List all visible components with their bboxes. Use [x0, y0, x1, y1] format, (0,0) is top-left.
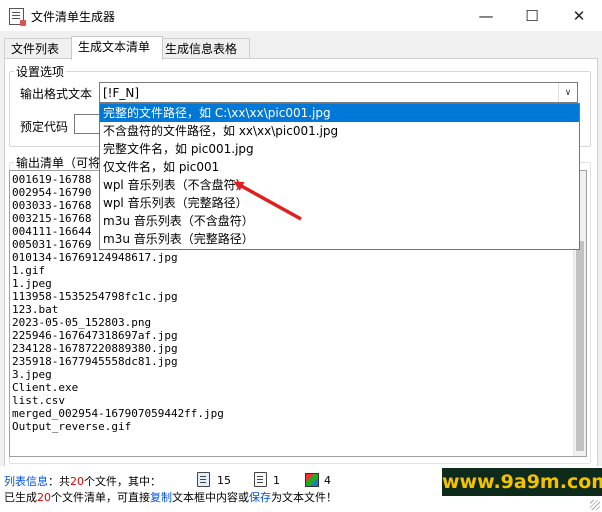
annotation-arrow	[233, 181, 302, 221]
